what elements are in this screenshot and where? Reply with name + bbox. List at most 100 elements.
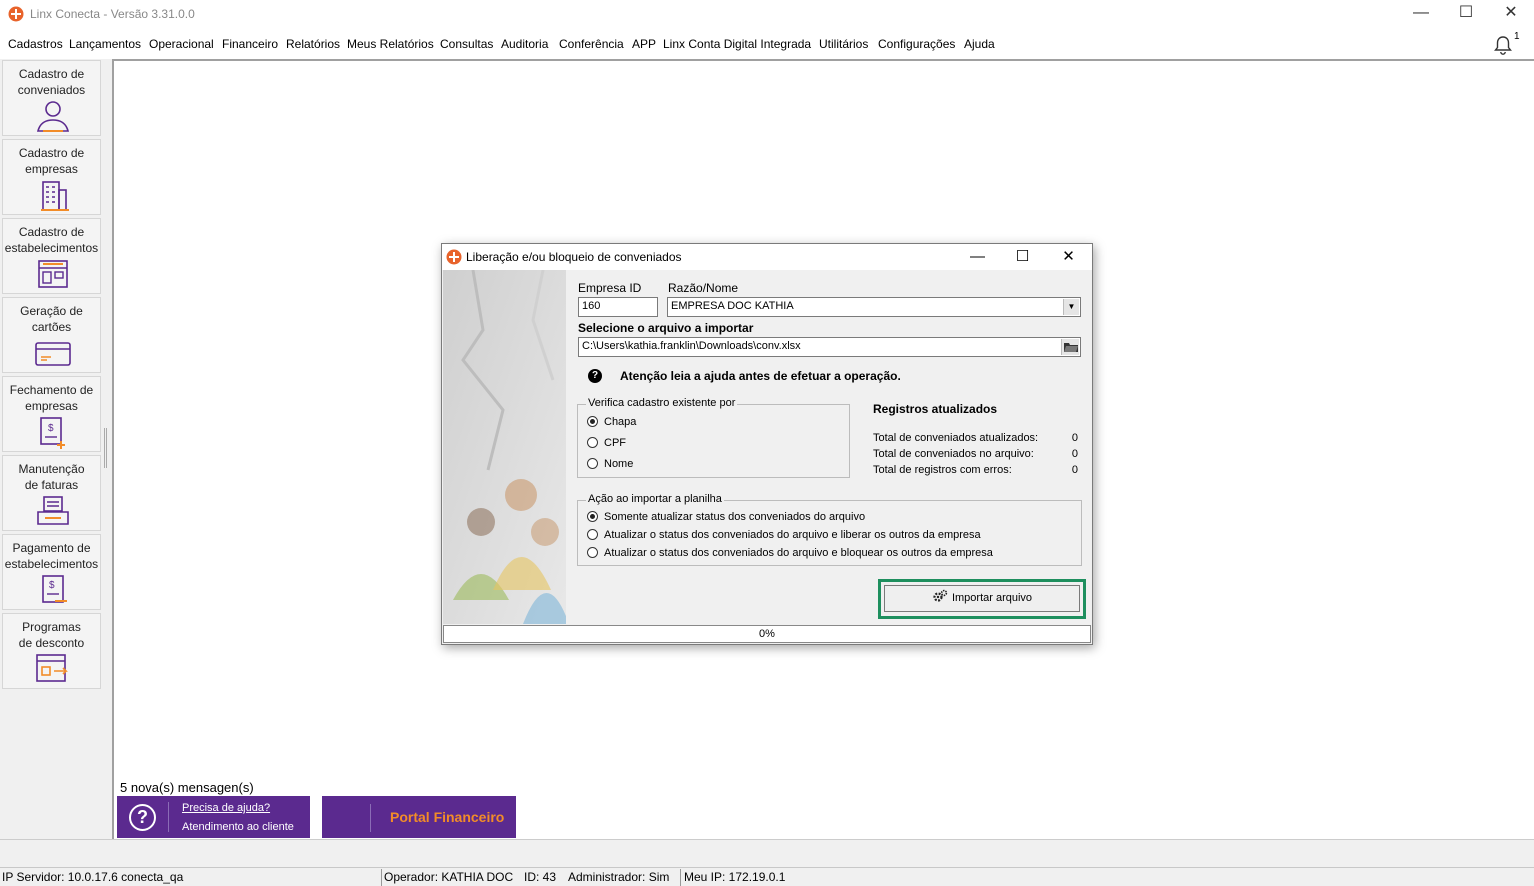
payment-doc-icon: $	[42, 575, 67, 603]
sidebar-item-cadastro-empresas[interactable]: Cadastro de empresas	[2, 139, 101, 215]
sidebar-item-programas-desconto[interactable]: Programas de desconto	[2, 613, 101, 689]
stat-label: Total de conveniados no arquivo:	[873, 448, 1034, 460]
import-file-button[interactable]: Importar arquivo	[884, 585, 1080, 612]
sidebar-item-label: de desconto	[18, 636, 85, 650]
portal-financeiro-button[interactable]: Portal Financeiro	[322, 796, 516, 838]
menu-utilitarios[interactable]: Utilitários	[819, 37, 868, 51]
radio-action-bloquear[interactable]: Atualizar o status dos conveniados do ar…	[587, 547, 993, 559]
menu-auditoria[interactable]: Auditoria	[501, 37, 548, 51]
card-icon	[35, 342, 71, 366]
radio-action-liberar[interactable]: Atualizar o status dos conveniados do ar…	[587, 529, 981, 541]
action-group-title: Ação ao importar a planilha	[586, 493, 724, 505]
radio-action-somente[interactable]: Somente atualizar status dos conveniados…	[587, 511, 865, 523]
menu-lancamentos[interactable]: Lançamentos	[69, 37, 141, 51]
help-link[interactable]: Precisa de ajuda?	[182, 802, 270, 814]
menu-consultas[interactable]: Consultas	[440, 37, 493, 51]
verify-groupbox: Verifica cadastro existente por Chapa CP…	[577, 397, 850, 478]
radio-unselected[interactable]	[587, 458, 598, 469]
close-button[interactable]: ✕	[1488, 0, 1534, 28]
stat-value: 0	[1071, 432, 1078, 444]
sidebar: Cadastro de conveniados Cadastro de empres…	[0, 59, 103, 839]
minimize-button[interactable]: —	[1398, 0, 1444, 28]
svg-text:$: $	[49, 580, 55, 591]
dialog-title-bar[interactable]: Liberação e/ou bloqueio de conveniados —…	[442, 244, 1092, 270]
building-icon	[41, 181, 69, 211]
invoice-close-icon: $	[40, 417, 65, 449]
razao-nome-select[interactable]: EMPRESA DOC KATHIA ▼	[667, 297, 1081, 317]
radio-unselected[interactable]	[587, 547, 598, 558]
radio-selected[interactable]	[587, 416, 598, 427]
menu-cadastros[interactable]: Cadastros	[8, 37, 63, 51]
sidebar-item-label: conveniados	[17, 83, 86, 97]
empresa-id-field[interactable]: 160	[578, 297, 658, 317]
radio-label: CPF	[604, 437, 626, 449]
action-groupbox: Ação ao importar a planilha Somente atua…	[577, 493, 1082, 566]
progress-text: 0%	[759, 628, 775, 640]
title-bar: Linx Conecta - Versão 3.31.0.0 — ☐ ✕	[0, 0, 1534, 28]
radio-nome[interactable]: Nome	[587, 458, 633, 470]
sidebar-item-geracao-cartoes[interactable]: Geração de cartões	[2, 297, 101, 373]
svg-text:$: $	[48, 423, 54, 434]
radio-selected[interactable]	[587, 511, 598, 522]
menu-ajuda[interactable]: Ajuda	[964, 37, 995, 51]
store-icon	[38, 260, 68, 288]
status-ip: Meu IP: 172.19.0.1	[684, 870, 786, 884]
dialog-maximize-button[interactable]: ☐	[1000, 244, 1045, 270]
help-subtitle: Atendimento ao cliente	[182, 821, 294, 833]
razao-nome-label: Razão/Nome	[668, 281, 739, 295]
new-messages-label[interactable]: 5 nova(s) mensagen(s)	[120, 780, 254, 795]
sidebar-item-pagamento-estabelecimentos[interactable]: Pagamento de estabelecimentos $	[2, 534, 101, 610]
maximize-button[interactable]: ☐	[1443, 0, 1489, 28]
stat-label: Total de conveniados atualizados:	[873, 432, 1039, 444]
app-logo-icon	[8, 6, 24, 22]
radio-label: Somente atualizar status dos conveniados…	[604, 511, 866, 523]
menu-bar: Cadastros Lançamentos Operacional Financ…	[0, 32, 1534, 58]
menu-app[interactable]: APP	[632, 37, 656, 51]
menu-financeiro[interactable]: Financeiro	[222, 37, 278, 51]
portal-financeiro-label: Portal Financeiro	[390, 809, 505, 825]
sidebar-item-fechamento-empresas[interactable]: Fechamento de empresas $	[2, 376, 101, 452]
discount-program-icon	[36, 654, 68, 682]
radio-label: Chapa	[604, 416, 637, 428]
file-path-value: C:\Users\kathia.franklin\Downloads\conv.…	[582, 340, 801, 352]
divider	[381, 869, 382, 886]
sidebar-item-label: Fechamento de	[9, 383, 94, 397]
dialog-minimize-button[interactable]: —	[955, 244, 1000, 270]
gears-icon	[933, 589, 948, 602]
chevron-down-icon[interactable]: ▼	[1063, 299, 1079, 315]
sidebar-item-manutencao-faturas[interactable]: Manutenção de faturas	[2, 455, 101, 531]
dialog-close-button[interactable]: ✕	[1046, 244, 1091, 270]
radio-unselected[interactable]	[587, 437, 598, 448]
import-button-label: Importar arquivo	[951, 592, 1033, 604]
help-banner[interactable]: ? Precisa de ajuda? Atendimento ao clien…	[117, 796, 310, 838]
sidebar-item-label: Cadastro de	[18, 67, 85, 81]
menu-operacional[interactable]: Operacional	[149, 37, 214, 51]
status-server: IP Servidor: 10.0.17.6 conecta_qa	[2, 870, 184, 884]
radio-label: Atualizar o status dos conveniados do ar…	[604, 547, 993, 559]
radio-cpf[interactable]: CPF	[587, 437, 626, 449]
sidebar-item-label: Cadastro de	[18, 225, 85, 239]
menu-relatorios[interactable]: Relatórios	[286, 37, 340, 51]
menu-configuracoes[interactable]: Configurações	[878, 37, 955, 51]
status-bar: IP Servidor: 10.0.17.6 conecta_qa Operad…	[0, 867, 1534, 886]
invoice-tray-icon	[37, 496, 69, 525]
verify-group-title: Verifica cadastro existente por	[586, 397, 738, 409]
menu-linx-conta-digital[interactable]: Linx Conta Digital Integrada	[663, 37, 811, 51]
divider	[680, 869, 681, 886]
folder-open-icon[interactable]	[1061, 339, 1079, 355]
radio-chapa[interactable]: Chapa	[587, 416, 636, 428]
menu-conferencia[interactable]: Conferência	[559, 37, 624, 51]
sidebar-item-label: Geração de	[20, 304, 83, 318]
sidebar-item-cadastro-estabelecimentos[interactable]: Cadastro de estabelecimentos	[2, 218, 101, 294]
menu-meus-relatorios[interactable]: Meus Relatórios	[347, 37, 434, 51]
file-path-field[interactable]: C:\Users\kathia.franklin\Downloads\conv.…	[578, 337, 1081, 357]
razao-nome-value: EMPRESA DOC KATHIA	[671, 300, 794, 312]
status-id: ID: 43	[524, 870, 557, 884]
sidebar-item-label: cartões	[31, 320, 72, 334]
splitter-grip[interactable]	[104, 428, 107, 468]
status-operator: Operador: KATHIA DOC	[384, 870, 514, 884]
bell-icon[interactable]	[1492, 34, 1514, 56]
stat-value: 0	[1071, 464, 1078, 476]
sidebar-item-cadastro-conveniados[interactable]: Cadastro de conveniados	[2, 60, 101, 136]
radio-unselected[interactable]	[587, 529, 598, 540]
